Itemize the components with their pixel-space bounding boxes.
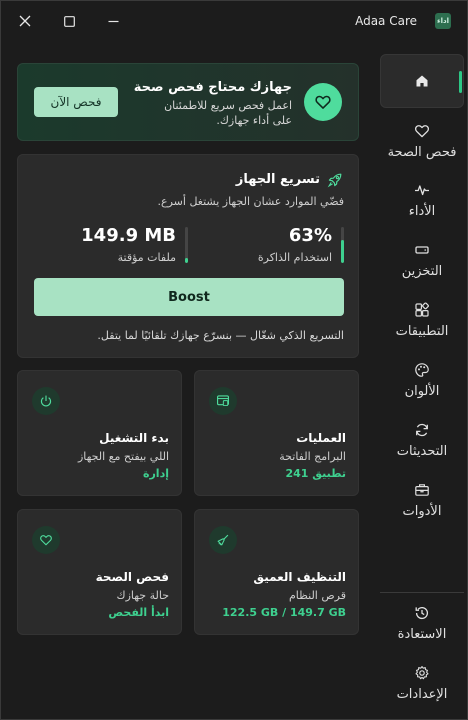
smart-boost-note: التسريع الذكي شغّال — بنسرّع جهازك تلقائ… (97, 329, 344, 342)
title-bar: Adaa Care اداء (1, 1, 467, 41)
boost-card: تسريع الجهاز فضّي الموارد عشان الجهاز يش… (17, 154, 359, 358)
processes-title: العمليات (296, 431, 346, 445)
palette-icon (412, 360, 432, 380)
gear-icon (412, 663, 432, 683)
memory-value: 63% (288, 225, 332, 246)
processes-count[interactable]: 241 تطبيق (285, 467, 346, 480)
nav-label-health: فحص الصحة (387, 145, 457, 160)
processes-tile[interactable]: العمليات البرامج الفاتحة 241 تطبيق (194, 370, 359, 496)
close-button[interactable] (11, 7, 39, 35)
maximize-icon (63, 15, 75, 27)
nav-item-restore[interactable]: الاستعادة (380, 603, 464, 642)
heart-icon (412, 121, 432, 141)
memory-stat: 63% استخدام الذاكرة (234, 225, 344, 265)
boost-button[interactable]: Boost (34, 278, 344, 316)
temp-files-caption: ملفات مؤقتة (117, 251, 176, 264)
active-indicator (459, 71, 462, 93)
pulse-icon (412, 180, 432, 200)
temp-files-gauge-fill (185, 258, 188, 263)
health-tile[interactable]: فحص الصحة حالة جهازك ابدأ الفحص (17, 509, 182, 635)
minimize-icon (108, 20, 118, 22)
temp-files-gauge (185, 227, 188, 263)
nav-divider (380, 592, 464, 593)
minimize-button[interactable] (99, 7, 127, 35)
deep-clean-title: التنظيف العميق (253, 570, 346, 584)
nav-label-updates: التحديثات (396, 444, 448, 459)
toolbox-icon (412, 480, 432, 500)
nav-label-restore: الاستعادة (397, 627, 447, 642)
power-icon (32, 387, 60, 415)
banner-text: اعمل فحص سريع للاطمئنان على أداء جهازك. (164, 99, 292, 127)
health-title: فحص الصحة (95, 570, 169, 584)
nav-label-storage: التخزين (401, 264, 443, 279)
nav-item-colors[interactable]: الألوان (380, 360, 464, 399)
nav-item-tools[interactable]: الأدوات (380, 480, 464, 519)
refresh-icon (412, 420, 432, 440)
deep-clean-tile[interactable]: التنظيف العميق قرص النظام 122.5 GB / 149… (194, 509, 359, 635)
drive-icon (412, 240, 432, 260)
nav-item-updates[interactable]: التحديثات (380, 420, 464, 459)
health-subtitle: حالة جهازك (116, 589, 170, 602)
health-banner: جهازك محتاج فحص صحة اعمل فحص سريع للاطمئ… (17, 63, 359, 141)
nav-label-tools: الأدوات (402, 504, 442, 519)
deep-clean-subtitle: قرص النظام (288, 589, 346, 602)
memory-gauge-fill (341, 240, 344, 263)
nav-label-performance: الأداء (408, 204, 436, 219)
broom-icon (209, 526, 237, 554)
temp-files-value: 149.9 MB (81, 225, 176, 246)
home-icon (412, 71, 432, 91)
nav-item-performance[interactable]: الأداء (380, 180, 464, 219)
nav-item-home[interactable] (380, 54, 464, 108)
memory-caption: استخدام الذاكرة (257, 251, 332, 264)
memory-gauge (341, 227, 344, 263)
processes-subtitle: البرامج الفاتحة (279, 450, 346, 463)
nav-item-health[interactable]: فحص الصحة (380, 121, 464, 160)
boost-description: فضّي الموارد عشان الجهاز يشتغل أسرع. (157, 195, 344, 208)
heart-icon (32, 526, 60, 554)
heart-icon (304, 83, 342, 121)
nav-label-apps: التطبيقات (395, 324, 449, 339)
rocket-icon (326, 171, 344, 189)
temp-files-stat: 149.9 MB ملفات مؤقتة (78, 225, 188, 265)
startup-title: بدء التشغيل (99, 431, 169, 445)
banner-title: جهازك محتاج فحص صحة (133, 80, 292, 95)
nav-item-apps[interactable]: التطبيقات (380, 300, 464, 339)
history-icon (412, 603, 432, 623)
processes-icon (209, 387, 237, 415)
nav-label-settings: الإعدادات (396, 687, 448, 702)
startup-tile[interactable]: بدء التشغيل اللي بيفتح مع الجهاز إدارة (17, 370, 182, 496)
app-logo: اداء (435, 13, 451, 29)
nav-rail: فحص الصحة الأداء التخزين التطبيقات الألو… (380, 54, 464, 720)
close-icon (19, 15, 31, 27)
start-scan-link[interactable]: ابدأ الفحص (108, 606, 169, 619)
boost-title: تسريع الجهاز (235, 172, 320, 187)
scan-now-button[interactable]: فحص الآن (34, 87, 118, 117)
nav-item-storage[interactable]: التخزين (380, 240, 464, 279)
nav-item-settings[interactable]: الإعدادات (380, 663, 464, 702)
maximize-button[interactable] (55, 7, 83, 35)
startup-manage-link[interactable]: إدارة (143, 467, 169, 480)
app-title: Adaa Care (355, 14, 417, 28)
nav-label-colors: الألوان (404, 384, 440, 399)
apps-icon (412, 300, 432, 320)
disk-usage: 122.5 GB / 149.7 GB (222, 606, 346, 619)
startup-subtitle: اللي بيفتح مع الجهاز (77, 450, 169, 463)
